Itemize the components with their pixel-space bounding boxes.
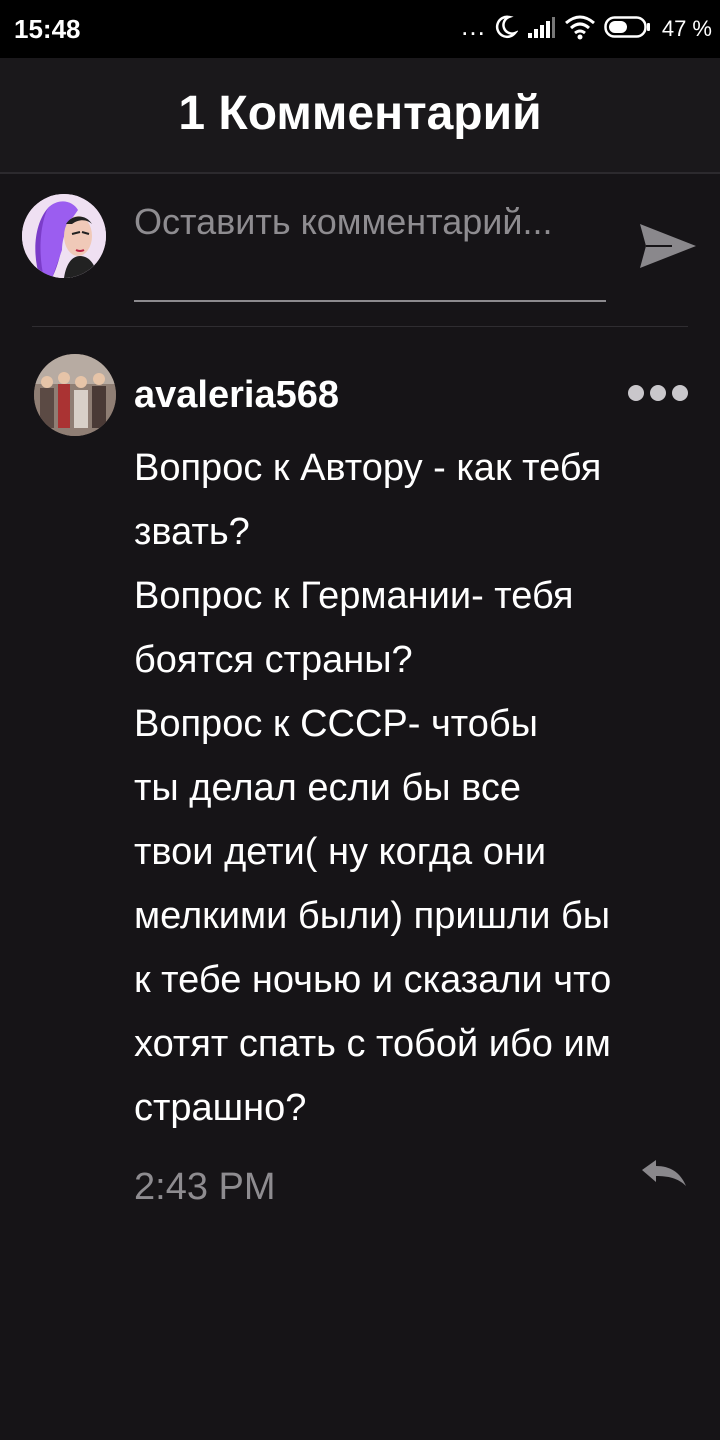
avatar[interactable] (34, 354, 116, 436)
comment-composer (0, 174, 720, 326)
more-dots-icon (650, 385, 666, 401)
status-time: 15:48 (14, 14, 81, 44)
moon-icon (494, 14, 519, 45)
avatar-image (22, 194, 106, 278)
battery-icon (604, 15, 652, 44)
wifi-icon (564, 14, 596, 45)
avatar-image (34, 354, 116, 436)
comment-text: Вопрос к Автору - как тебя звать? Вопрос… (134, 447, 612, 1129)
status-dots: ... (461, 11, 486, 41)
reply-button[interactable] (640, 1158, 688, 1190)
send-icon (640, 224, 696, 268)
comment-author[interactable]: avaleria568 (134, 374, 339, 417)
divider (32, 326, 688, 327)
send-button[interactable] (636, 214, 700, 278)
comment-input[interactable] (134, 200, 606, 302)
more-dots-icon (628, 385, 644, 401)
more-dots-icon (672, 385, 688, 401)
more-options-button[interactable] (628, 378, 698, 408)
avatar[interactable] (22, 194, 106, 278)
reply-icon (642, 1160, 686, 1186)
status-bar: 15:48 ... 47 % (0, 0, 720, 58)
comment-timestamp: 2:43 PM (134, 1166, 276, 1208)
page-title: 1 Комментарий (178, 87, 542, 140)
header: 1 Комментарий (0, 58, 720, 174)
comments-screen: 1 Комментарий Оставить комментарий... av… (0, 58, 720, 1440)
status-icons: ... 47 % (461, 12, 712, 46)
signal-icon (526, 15, 556, 44)
battery-percent: 47 % (661, 16, 712, 41)
